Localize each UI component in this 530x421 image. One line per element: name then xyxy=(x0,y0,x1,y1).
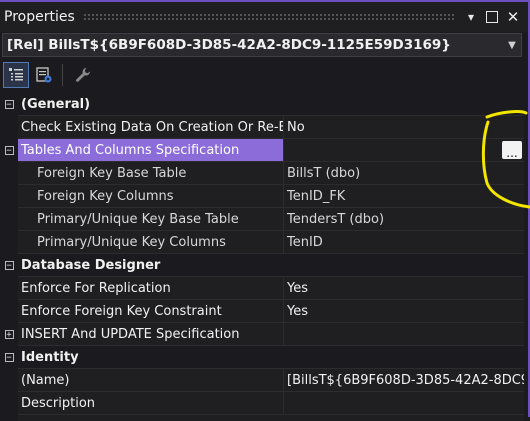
property-row-enforce-replication[interactable]: Enforce For Replication Yes xyxy=(0,277,524,300)
property-name: Primary/Unique Key Base Table xyxy=(18,208,284,231)
property-name: Enforce For Replication xyxy=(18,277,284,300)
collapse-icon[interactable]: − xyxy=(4,261,14,270)
property-value[interactable]: ... xyxy=(284,139,524,162)
category-label: Database Designer xyxy=(18,254,524,277)
categorized-icon[interactable] xyxy=(3,62,29,88)
close-icon[interactable]: ✕ xyxy=(504,8,522,26)
collapse-icon[interactable]: − xyxy=(4,146,14,155)
property-value[interactable]: TenID xyxy=(284,231,524,254)
expand-icon[interactable]: + xyxy=(4,330,14,339)
property-pages-icon[interactable] xyxy=(31,62,57,88)
property-name: Foreign Key Columns xyxy=(18,185,284,208)
toolbar-separator xyxy=(62,64,63,86)
property-row-tables-and-columns[interactable]: − Tables And Columns Specification ... xyxy=(0,139,524,162)
property-value[interactable]: TendersT (dbo) xyxy=(284,208,524,231)
properties-titlebar[interactable]: Properties ▾ ✕ xyxy=(0,2,528,32)
object-selector-value: [Rel] BillsT${6B9F608D-3D85-42A2-8DC9-11… xyxy=(7,37,451,53)
category-label: Identity xyxy=(18,346,524,369)
property-name: (Name) xyxy=(18,369,284,392)
category-label: (General) xyxy=(18,93,524,116)
property-row-fk-base-table[interactable]: Foreign Key Base Table BillsT (dbo) xyxy=(0,162,524,185)
category-database-designer[interactable]: − Database Designer xyxy=(0,254,524,277)
property-name: Check Existing Data On Creation Or Re-E xyxy=(18,116,284,139)
property-name: Enforce Foreign Key Constraint xyxy=(18,300,284,323)
property-row-fk-columns[interactable]: Foreign Key Columns TenID_FK xyxy=(0,185,524,208)
collapse-icon[interactable]: − xyxy=(4,353,14,362)
drag-grip[interactable] xyxy=(82,13,454,21)
category-identity[interactable]: − Identity xyxy=(0,346,524,369)
property-name: Foreign Key Base Table xyxy=(18,162,284,185)
property-row-insert-update[interactable]: + INSERT And UPDATE Specification xyxy=(0,323,524,346)
chevron-down-icon[interactable]: ▼ xyxy=(503,40,521,51)
property-value[interactable]: [BillsT${6B9F608D-3D85-42A2-8DC9-1125E59… xyxy=(284,369,524,392)
property-name: INSERT And UPDATE Specification xyxy=(18,323,284,346)
wrench-icon[interactable] xyxy=(70,62,96,88)
property-grid: − (General) Check Existing Data On Creat… xyxy=(0,93,524,421)
property-value[interactable] xyxy=(284,392,524,415)
property-row-pk-base-table[interactable]: Primary/Unique Key Base Table TendersT (… xyxy=(0,208,524,231)
ellipsis-button[interactable]: ... xyxy=(502,141,522,159)
property-name: Tables And Columns Specification xyxy=(18,139,284,162)
property-value[interactable] xyxy=(284,323,524,346)
properties-toolbar xyxy=(0,60,528,90)
object-selector-dropdown[interactable]: [Rel] BillsT${6B9F608D-3D85-42A2-8DC9-11… xyxy=(2,33,522,57)
property-row-description[interactable]: Description xyxy=(0,392,524,415)
property-value[interactable]: Yes xyxy=(284,277,524,300)
property-name: Primary/Unique Key Columns xyxy=(18,231,284,254)
property-row-pk-columns[interactable]: Primary/Unique Key Columns TenID xyxy=(0,231,524,254)
property-value[interactable]: No xyxy=(284,116,524,139)
window-title: Properties xyxy=(4,9,75,25)
property-value[interactable]: Yes xyxy=(284,300,524,323)
property-row-check-existing[interactable]: Check Existing Data On Creation Or Re-E … xyxy=(0,116,524,139)
collapse-icon[interactable]: − xyxy=(4,100,14,109)
category-general[interactable]: − (General) xyxy=(0,93,524,116)
property-name: Description xyxy=(18,392,284,415)
window-menu-dropdown-icon[interactable]: ▾ xyxy=(462,10,480,24)
property-row-name[interactable]: (Name) [BillsT${6B9F608D-3D85-42A2-8DC9-… xyxy=(0,369,524,392)
property-row-enforce-fk[interactable]: Enforce Foreign Key Constraint Yes xyxy=(0,300,524,323)
property-value[interactable]: BillsT (dbo) xyxy=(284,162,524,185)
maximize-icon[interactable] xyxy=(486,11,498,23)
grid-bottom-edge xyxy=(18,415,524,421)
property-value[interactable]: TenID_FK xyxy=(284,185,524,208)
